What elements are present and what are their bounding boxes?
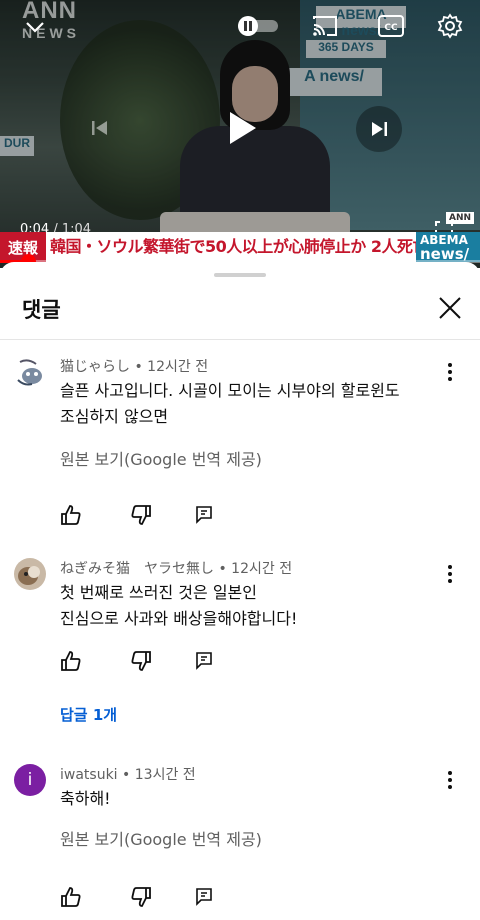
comment-actions	[60, 650, 230, 672]
letter-avatar[interactable]: i	[14, 764, 46, 796]
banner-brand: ABEMA news/	[416, 232, 480, 262]
view-replies-button[interactable]: 답글 1개	[60, 704, 117, 725]
drag-handle[interactable]	[214, 273, 266, 277]
comment-item: i iwatsuki • 13시간 전 축하해! 원본 보기(Google 번역…	[0, 764, 480, 920]
cat-avatar-icon[interactable]	[14, 356, 46, 388]
comment-time: 13시간 전	[134, 767, 196, 783]
previous-icon	[88, 116, 112, 140]
captions-icon[interactable]: CC	[377, 14, 405, 38]
comment-actions	[60, 886, 230, 908]
more-options-icon[interactable]	[440, 768, 460, 792]
cast-icon[interactable]	[310, 12, 340, 40]
like-icon[interactable]	[60, 650, 82, 672]
dislike-icon[interactable]	[130, 504, 152, 526]
more-options-icon[interactable]	[440, 562, 460, 586]
settings-icon[interactable]	[436, 12, 464, 40]
translate-link[interactable]: 원본 보기(Google 번역 제공)	[60, 826, 262, 850]
divider	[0, 339, 480, 340]
more-options-icon[interactable]	[440, 360, 460, 384]
comment-time: 12시간 전	[231, 561, 293, 577]
comment-text: 축하해!	[60, 789, 111, 808]
chevron-down-icon[interactable]	[22, 14, 48, 40]
comment-time: 12시간 전	[147, 359, 209, 375]
comment-item: 猫じゃらし • 12시간 전 슬픈 사고입니다. 시골이 모이는 시부야의 할로…	[0, 356, 480, 526]
like-icon[interactable]	[60, 886, 82, 908]
photo-avatar-icon[interactable]	[14, 558, 46, 590]
comment-author: 猫じゃらし	[60, 359, 130, 375]
reply-icon[interactable]	[194, 504, 216, 526]
dislike-icon[interactable]	[130, 886, 152, 908]
comment-text: 슬픈 사고입니다. 시골이 모이는 시부야의 할로윈도 조심하지 않으면	[60, 381, 400, 426]
reply-icon[interactable]	[194, 886, 216, 908]
comment-meta: iwatsuki • 13시간 전	[60, 767, 196, 783]
video-player[interactable]: ABEMA news/ 365 DAYS A news/ DUR ANN NEW…	[0, 0, 480, 268]
close-icon[interactable]	[436, 294, 464, 322]
comment-author: iwatsuki	[60, 767, 118, 783]
ann-badge: ANN	[446, 212, 475, 224]
comment-text: 첫 번째로 쓰러진 것은 일본인 진심으로 사과와 배상을해야합니다!	[60, 583, 298, 628]
comments-sheet: 댓글 猫じゃらし • 12시간 전 슬픈 사고입니다. 시골이 모이는 시부야의…	[0, 262, 480, 920]
svg-text:CC: CC	[384, 23, 398, 33]
sheet-title: 댓글	[22, 298, 61, 322]
play-icon[interactable]	[218, 104, 266, 152]
dislike-icon[interactable]	[130, 650, 152, 672]
comment-author: ねぎみそ猫 ヤラセ無し	[60, 561, 214, 577]
next-icon[interactable]	[356, 106, 402, 152]
translate-link[interactable]: 원본 보기(Google 번역 제공)	[60, 446, 262, 470]
comment-meta: 猫じゃらし • 12시간 전	[60, 359, 209, 375]
headline: 韓国・ソウル繁華街で50人以上が心肺停止か 2人死亡	[50, 237, 428, 256]
comment-meta: ねぎみそ猫 ヤラセ無し • 12시간 전	[60, 561, 293, 577]
comment-item: ねぎみそ猫 ヤラセ無し • 12시간 전 첫 번째로 쓰러진 것은 일본인 진심…	[0, 558, 480, 728]
autoplay-toggle[interactable]	[234, 14, 282, 38]
avatar-letter: i	[27, 770, 33, 790]
comment-actions	[60, 504, 230, 526]
news-banner: 速報 韓国・ソウル繁華街で50人以上が心肺停止か 2人死亡 ABEMA news…	[0, 232, 480, 262]
reply-icon[interactable]	[194, 650, 216, 672]
like-icon[interactable]	[60, 504, 82, 526]
